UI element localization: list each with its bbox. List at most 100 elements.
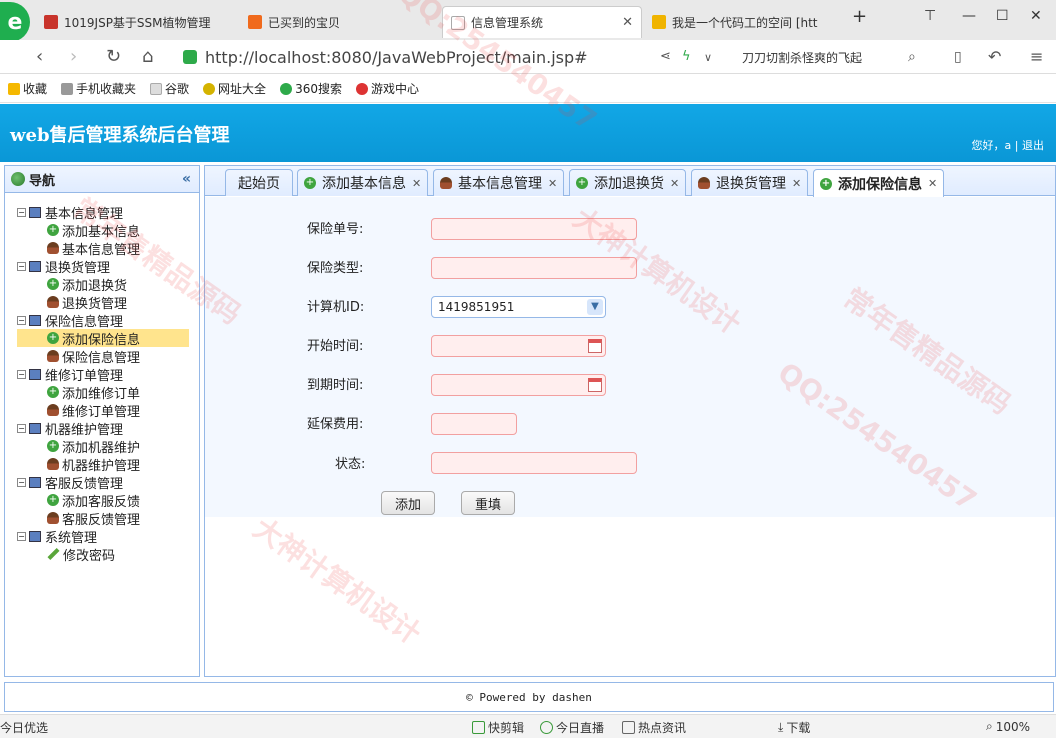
bookmark-item[interactable]: 手机收藏夹: [61, 80, 136, 97]
collapse-toggle-icon[interactable]: −: [17, 477, 26, 487]
tree-item-add-customer-feedback[interactable]: + 添加客服反馈: [17, 491, 199, 510]
tab-add-basic-info[interactable]: + 添加基本信息 ✕: [297, 169, 429, 196]
browser-tab-3-active[interactable]: 信息管理系统 ✕: [442, 6, 642, 38]
collapse-toggle-icon[interactable]: −: [17, 315, 26, 325]
url-field[interactable]: http://localhost:8080/JavaWebProject/mai…: [183, 44, 643, 70]
search-suggestion[interactable]: 刀刀切割杀怪爽的飞起: [742, 49, 862, 66]
bookmark-item[interactable]: 360搜索: [280, 80, 342, 97]
lightning-icon[interactable]: ϟ: [682, 49, 691, 64]
nav-tree: − 基本信息管理 + 添加基本信息 基本信息管理 − 退换货管理 + 添加退换货 退换货…: [5, 193, 199, 564]
calendar-icon[interactable]: [588, 339, 602, 353]
360-icon: [280, 82, 293, 95]
tree-item-add-return[interactable]: + 添加退换货: [17, 275, 199, 294]
user-icon: [47, 350, 59, 362]
close-tab-icon[interactable]: ✕: [622, 15, 633, 30]
collapse-icon[interactable]: «: [182, 171, 191, 187]
browser-logo-icon: e: [0, 2, 30, 42]
tree-item-add-machine-maintenance[interactable]: + 添加机器维护: [17, 437, 199, 456]
tree-item-insurance-manage[interactable]: 保险信息管理: [17, 347, 199, 366]
logout-link[interactable]: 退出: [1022, 139, 1044, 152]
forward-icon[interactable]: ›: [70, 46, 77, 67]
new-tab-icon[interactable]: +: [852, 6, 867, 27]
bookmark-item[interactable]: 谷歌: [150, 80, 189, 97]
browser-status-bar: 今日优选 快剪辑 今日直播 热点资讯 ⤓ 下载 ⌕ 100%: [0, 714, 1056, 738]
shirt-icon[interactable]: ⊤: [924, 8, 936, 24]
tab-add-insurance-active[interactable]: + 添加保险信息 ✕: [813, 169, 945, 197]
back-icon[interactable]: ‹: [36, 46, 43, 67]
tree-group-repair-order[interactable]: − 维修订单管理: [17, 365, 199, 384]
computer-icon: [29, 206, 41, 218]
menu-icon[interactable]: ≡: [1030, 47, 1043, 66]
calendar-icon[interactable]: [588, 378, 602, 392]
close-tab-icon[interactable]: ✕: [670, 177, 679, 190]
status-label: 快剪辑: [488, 721, 525, 735]
tree-group-basic-info[interactable]: − 基本信息管理: [17, 203, 199, 222]
tab-return-manage[interactable]: 退换货管理 ✕: [691, 169, 809, 196]
minimize-icon[interactable]: —: [962, 8, 976, 24]
browser-tab-4[interactable]: 我是一个代码工的空间 [htt: [644, 6, 840, 38]
status-download[interactable]: ⤓ 下载: [778, 719, 810, 736]
close-tab-icon[interactable]: ✕: [792, 177, 801, 190]
tree-item-label: 添加基本信息: [62, 224, 141, 240]
tree-group-system[interactable]: − 系统管理: [17, 527, 199, 546]
close-tab-icon[interactable]: ✕: [412, 177, 421, 190]
tree-item-customer-feedback-manage[interactable]: 客服反馈管理: [17, 509, 199, 528]
reload-icon[interactable]: ↻: [106, 46, 121, 67]
collapse-toggle-icon[interactable]: −: [17, 423, 26, 433]
close-tab-icon[interactable]: ✕: [548, 177, 557, 190]
undo-icon[interactable]: ↶: [988, 47, 1001, 66]
status-input[interactable]: [431, 452, 637, 474]
tree-item-add-basic-info[interactable]: + 添加基本信息: [17, 221, 199, 240]
tree-item-add-repair-order[interactable]: + 添加维修订单: [17, 383, 199, 402]
reset-button[interactable]: 重填: [461, 491, 515, 515]
browser-tab-2[interactable]: 已买到的宝贝: [240, 6, 436, 38]
status-quick-edit[interactable]: 快剪辑: [472, 719, 524, 736]
collapse-toggle-icon[interactable]: −: [17, 369, 26, 379]
extended-fee-input[interactable]: [431, 413, 517, 435]
phone-icon[interactable]: ▯: [954, 49, 962, 65]
policy-number-input[interactable]: [431, 218, 637, 240]
tree-group-insurance[interactable]: − 保险信息管理: [17, 311, 199, 330]
sidebar: 导航 « − 基本信息管理 + 添加基本信息 基本信息管理 − 退换货管理 + 添加退换…: [4, 165, 200, 677]
browser-tab-1[interactable]: 1019JSP基于SSM植物管理: [36, 6, 232, 38]
tree-group-returns[interactable]: − 退换货管理: [17, 257, 199, 276]
bookmark-item[interactable]: 网址大全: [203, 80, 266, 97]
status-hot-news[interactable]: 热点资讯: [622, 719, 686, 736]
close-tab-icon[interactable]: ✕: [928, 177, 937, 190]
tab-home[interactable]: 起始页: [225, 169, 293, 196]
tree-item-machine-maintenance-manage[interactable]: 机器维护管理: [17, 455, 199, 474]
collapse-toggle-icon[interactable]: −: [17, 531, 26, 541]
bookmark-label: 游戏中心: [370, 82, 419, 96]
tree-item-return-manage[interactable]: 退换货管理: [17, 293, 199, 312]
collapse-toggle-icon[interactable]: −: [17, 207, 26, 217]
maximize-icon[interactable]: ☐: [996, 8, 1009, 24]
tree-item-label: 添加维修订单: [62, 386, 141, 402]
status-today-picks[interactable]: 今日优选: [0, 719, 48, 736]
tree-item-add-insurance[interactable]: + 添加保险信息: [17, 329, 189, 348]
bookmark-item[interactable]: 游戏中心: [355, 80, 419, 97]
chevron-down-icon[interactable]: ∨: [704, 51, 712, 64]
end-time-input[interactable]: [431, 374, 606, 396]
tree-group-customer-feedback[interactable]: − 客服反馈管理: [17, 473, 199, 492]
computer-id-select[interactable]: 1419851951 ▼: [431, 296, 606, 318]
browser-tab-label: 1019JSP基于SSM植物管理: [64, 15, 211, 30]
start-time-label: 开始时间:: [307, 339, 364, 354]
home-icon[interactable]: ⌂: [142, 46, 153, 67]
search-icon[interactable]: ⌕: [908, 49, 916, 65]
status-zoom[interactable]: ⌕ 100%: [986, 719, 1030, 734]
tree-item-basic-info-manage[interactable]: 基本信息管理: [17, 239, 199, 258]
start-time-input[interactable]: [431, 335, 606, 357]
close-window-icon[interactable]: ✕: [1030, 8, 1042, 24]
tree-item-change-password[interactable]: 修改密码: [17, 545, 199, 564]
tab-add-return[interactable]: + 添加退换货 ✕: [569, 169, 687, 196]
tree-group-machine-maintenance[interactable]: − 机器维护管理: [17, 419, 199, 438]
policy-type-input[interactable]: [431, 257, 637, 279]
tab-basic-info-manage[interactable]: 基本信息管理 ✕: [433, 169, 565, 196]
share-icon[interactable]: ⋖: [660, 49, 671, 64]
collapse-toggle-icon[interactable]: −: [17, 261, 26, 271]
tree-item-repair-order-manage[interactable]: 维修订单管理: [17, 401, 199, 420]
chevron-down-icon[interactable]: ▼: [587, 299, 603, 315]
add-button[interactable]: 添加: [381, 491, 435, 515]
bookmark-item[interactable]: 收藏: [8, 80, 47, 97]
status-live[interactable]: 今日直播: [540, 719, 604, 736]
